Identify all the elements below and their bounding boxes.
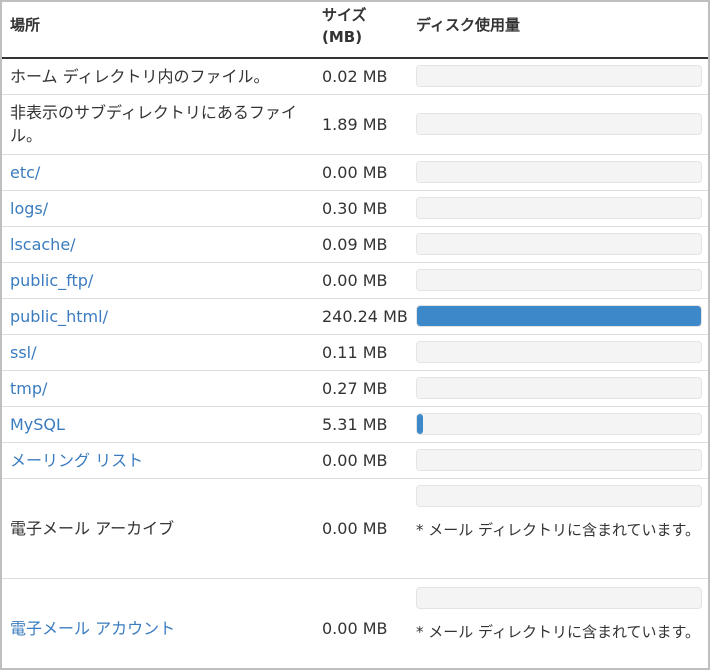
row-size: 0.00 MB [314,442,408,479]
row-location: 電子メール アーカイブ [2,478,314,579]
row-size: 240.24 MB [314,298,408,335]
table-row: MySQL 5.31 MB [2,406,708,443]
mailing-lists-link[interactable]: メーリング リスト [10,451,143,470]
disk-usage-table: 場所 サイズ (MB) ディスク使用量 ホーム ディレクトリ内のファイル。 0.… [2,2,708,668]
disk-usage-panel: 場所 サイズ (MB) ディスク使用量 ホーム ディレクトリ内のファイル。 0.… [0,0,710,670]
table-header-row: 場所 サイズ (MB) ディスク使用量 [2,2,708,59]
row-size: 0.11 MB [314,334,408,371]
directory-link-lscache[interactable]: lscache/ [10,235,76,254]
table-row: public_ftp/ 0.00 MB [2,262,708,299]
directory-link-etc[interactable]: etc/ [10,163,40,182]
usage-bar [416,305,702,327]
row-location: ホーム ディレクトリ内のファイル。 [2,58,314,95]
row-size: 0.09 MB [314,226,408,263]
table-row: 電子メール アカウント 0.00 MB * メール ディレクトリに含まれています… [2,578,708,668]
table-row: 電子メール アーカイブ 0.00 MB * メール ディレクトリに含まれています… [2,478,708,579]
table-row: etc/ 0.00 MB [2,154,708,191]
row-location: 非表示のサブディレクトリにあるファイル。 [2,94,314,155]
row-size: 0.00 MB [314,262,408,299]
usage-bar [416,197,702,219]
table-row: 非表示のサブディレクトリにあるファイル。 1.89 MB [2,94,708,155]
location-column-header[interactable]: 場所 [2,2,314,59]
directory-link-tmp[interactable]: tmp/ [10,379,47,398]
usage-bar [416,449,702,471]
row-size: 0.02 MB [314,58,408,95]
mysql-link[interactable]: MySQL [10,415,65,434]
table-row: ホーム ディレクトリ内のファイル。 0.02 MB [2,58,708,95]
included-in-mail-note: * メール ディレクトリに含まれています。 [416,622,701,641]
usage-bar [416,586,702,609]
directory-link-logs[interactable]: logs/ [10,199,48,218]
size-header-line1: サイズ [322,6,367,24]
usage-bar [416,233,702,255]
usage-bar [416,413,702,435]
table-row: logs/ 0.30 MB [2,190,708,227]
row-size: 5.31 MB [314,406,408,443]
usage-bar [416,377,702,399]
usage-bar-fill [417,414,424,434]
usage-bar [416,161,702,183]
usage-bar [416,484,702,507]
table-row: lscache/ 0.09 MB [2,226,708,263]
usage-bar [416,65,702,88]
size-column-header[interactable]: サイズ (MB) [314,2,408,59]
directory-link-public-html[interactable]: public_html/ [10,307,108,326]
row-size: 0.00 MB [314,578,408,668]
usage-bar-fill [417,306,701,326]
directory-link-public-ftp[interactable]: public_ftp/ [10,271,93,290]
directory-link-ssl[interactable]: ssl/ [10,343,37,362]
row-size: 0.27 MB [314,370,408,407]
table-row: メーリング リスト 0.00 MB [2,442,708,479]
table-row: public_html/ 240.24 MB [2,298,708,335]
row-size: 0.30 MB [314,190,408,227]
disk-usage-column-header[interactable]: ディスク使用量 [408,2,708,59]
usage-bar [416,113,702,135]
size-header-line2: (MB) [322,28,363,46]
usage-bar [416,269,702,291]
row-size: 0.00 MB [314,478,408,579]
included-in-mail-note: * メール ディレクトリに含まれています。 [416,520,701,539]
table-row: ssl/ 0.11 MB [2,334,708,371]
table-row: tmp/ 0.27 MB [2,370,708,407]
usage-bar [416,341,702,363]
row-size: 0.00 MB [314,154,408,191]
row-size: 1.89 MB [314,94,408,155]
email-accounts-link[interactable]: 電子メール アカウント [10,619,175,638]
